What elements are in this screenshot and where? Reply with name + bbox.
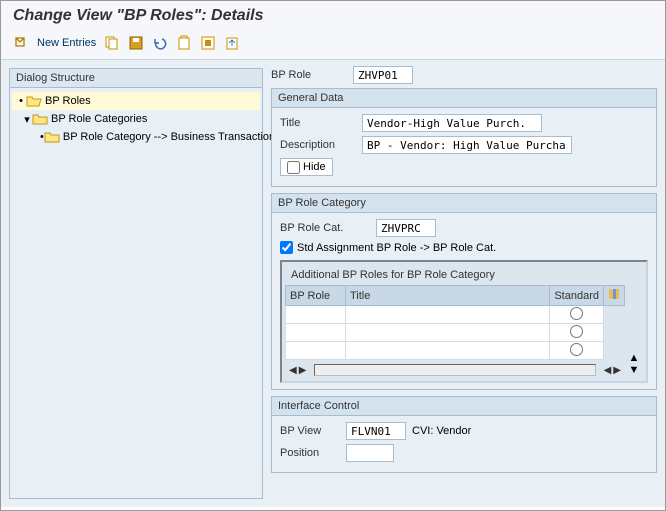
tree-item-bp-role-category-bt[interactable]: • BP Role Category --> Business Transact… (12, 128, 260, 146)
bullet-icon: • (16, 95, 26, 107)
folder-open-icon (26, 94, 42, 108)
export-icon[interactable] (224, 35, 240, 51)
interface-control-title: Interface Control (272, 397, 656, 416)
table-row[interactable] (286, 342, 625, 360)
table-title: Additional BP Roles for BP Role Category (285, 265, 643, 285)
title-input[interactable] (362, 114, 542, 132)
undo-icon[interactable] (152, 35, 168, 51)
folder-icon (32, 112, 48, 126)
hide-label: Hide (303, 161, 326, 173)
description-input[interactable] (362, 136, 572, 154)
tree-item-bp-roles[interactable]: • BP Roles (12, 92, 260, 110)
delete-icon[interactable] (176, 35, 192, 51)
scroll-left-icon[interactable]: ◀ (289, 365, 297, 376)
folder-icon (44, 130, 60, 144)
bp-view-extra: CVI: Vendor (412, 425, 471, 437)
bp-role-cat-input[interactable] (376, 219, 436, 237)
std-assignment-checkbox[interactable] (280, 241, 293, 254)
table-row[interactable] (286, 306, 625, 324)
title-label: Title (280, 117, 356, 129)
col-bp-role[interactable]: BP Role (286, 286, 346, 306)
position-label: Position (280, 447, 340, 459)
std-assignment-label: Std Assignment BP Role -> BP Role Cat. (297, 242, 496, 254)
bp-role-input[interactable] (353, 66, 413, 84)
position-input[interactable] (346, 444, 394, 462)
bp-role-category-group: BP Role Category BP Role Cat. Std Assign… (271, 193, 657, 390)
scroll-left2-icon[interactable]: ◀ (604, 365, 612, 376)
select-icon[interactable] (200, 35, 216, 51)
scroll-down-icon[interactable]: ▼ (629, 364, 640, 376)
interface-control-group: Interface Control BP View CVI: Vendor Po… (271, 396, 657, 473)
bp-view-input[interactable] (346, 422, 406, 440)
horizontal-scrollbar[interactable] (314, 364, 595, 376)
scroll-right2-icon[interactable]: ▶ (613, 365, 621, 376)
scroll-up-icon[interactable]: ▲ (629, 352, 640, 364)
additional-roles-table: Additional BP Roles for BP Role Category… (280, 260, 648, 383)
table-settings-button[interactable] (604, 286, 625, 306)
dialog-structure-tree: Dialog Structure • BP Roles ▾ BP Role Ca… (9, 68, 263, 499)
general-data-group: General Data Title Description Hide (271, 88, 657, 187)
bp-role-label: BP Role (271, 69, 347, 81)
bp-view-label: BP View (280, 425, 340, 437)
save-icon[interactable] (128, 35, 144, 51)
toggle-icon[interactable] (13, 35, 29, 51)
new-entries-button[interactable]: New Entries (37, 37, 96, 49)
hide-checkbox[interactable] (287, 161, 300, 174)
scroll-right-icon[interactable]: ▶ (299, 365, 307, 376)
standard-radio[interactable] (570, 307, 583, 320)
col-title[interactable]: Title (346, 286, 550, 306)
tree-item-bp-role-categories[interactable]: ▾ BP Role Categories (12, 110, 260, 128)
bp-role-cat-label: BP Role Cat. (280, 222, 370, 234)
col-standard[interactable]: Standard (550, 286, 604, 306)
bp-role-category-title: BP Role Category (272, 194, 656, 213)
standard-radio[interactable] (570, 343, 583, 356)
table-row[interactable] (286, 324, 625, 342)
copy-icon[interactable] (104, 35, 120, 51)
general-data-title: General Data (272, 89, 656, 108)
page-title: Change View "BP Roles": Details (1, 1, 665, 31)
collapse-icon[interactable]: ▾ (22, 113, 32, 126)
tree-header: Dialog Structure (10, 69, 262, 88)
description-label: Description (280, 139, 356, 151)
standard-radio[interactable] (570, 325, 583, 338)
toolbar: New Entries (1, 31, 665, 60)
